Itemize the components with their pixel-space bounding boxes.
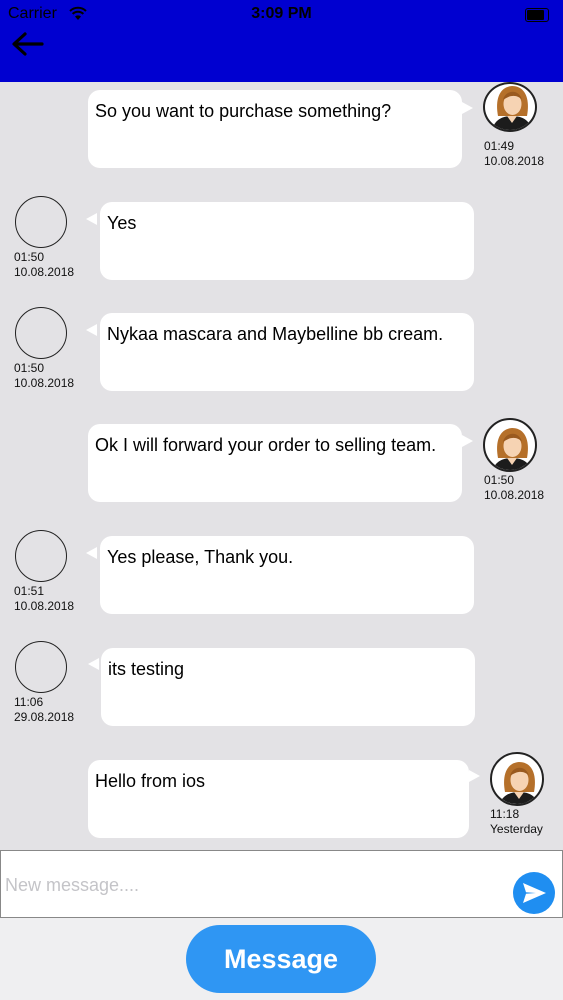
message-text: Nykaa mascara and Maybelline bb cream. [107, 324, 444, 344]
message-text: Yes please, Thank you. [107, 547, 294, 567]
bubble-tail [462, 102, 473, 114]
message-bubble: So you want to purchase something? [88, 90, 462, 168]
customer-avatar[interactable] [15, 307, 67, 359]
message-text: Hello from ios [95, 771, 206, 791]
message-text: So you want to purchase something? [95, 101, 392, 121]
message-text: Yes [107, 213, 137, 233]
message-date: Yesterday [490, 822, 543, 836]
customer-avatar[interactable] [15, 196, 67, 248]
woman-avatar-icon [491, 86, 533, 130]
message-bubble: Hello from ios [88, 760, 469, 838]
message-time: 01:50 [14, 361, 45, 375]
message-text: Ok I will forward your order to selling … [95, 435, 437, 455]
bubble-tail [86, 547, 97, 559]
chat-list[interactable]: So you want to purchase something? 01:49… [0, 82, 563, 850]
message-timestamp: 11:06 29.08.2018 [14, 695, 74, 725]
message-timestamp: 01:49 10.08.2018 [484, 139, 544, 169]
bubble-tail [86, 324, 97, 336]
message-timestamp: 11:18 Yesterday [490, 807, 543, 837]
composer-bar [0, 850, 563, 918]
nav-header: Carrier 3:09 PM [0, 0, 563, 82]
message-time: 11:06 [14, 695, 44, 709]
woman-avatar-icon [499, 762, 539, 804]
message-bubble: Yes please, Thank you. [100, 536, 474, 614]
agent-avatar[interactable] [490, 752, 544, 806]
message-time: 01:50 [484, 473, 515, 487]
message-time: 01:49 [484, 139, 515, 153]
agent-avatar[interactable] [483, 82, 537, 132]
message-timestamp: 01:51 10.08.2018 [14, 584, 74, 614]
message-time: 11:18 [490, 807, 520, 821]
message-date: 29.08.2018 [14, 710, 75, 724]
message-bubble: Yes [100, 202, 474, 280]
message-bubble: Ok I will forward your order to selling … [88, 424, 462, 502]
message-bubble: its testing [101, 648, 475, 726]
message-button[interactable]: Message [186, 925, 376, 993]
bubble-tail [88, 658, 99, 670]
status-time: 3:09 PM [251, 5, 312, 22]
message-timestamp: 01:50 10.08.2018 [484, 473, 544, 503]
agent-avatar[interactable] [483, 418, 537, 472]
message-date: 10.08.2018 [14, 376, 75, 390]
status-bar: Carrier 3:09 PM [0, 0, 563, 30]
send-button[interactable] [513, 872, 555, 914]
bubble-tail [462, 435, 473, 447]
customer-avatar[interactable] [15, 530, 67, 582]
message-text: its testing [108, 659, 185, 679]
message-date: 10.08.2018 [484, 154, 545, 168]
message-timestamp: 01:50 10.08.2018 [14, 250, 74, 280]
message-time: 01:50 [14, 250, 45, 264]
message-date: 10.08.2018 [484, 488, 545, 502]
message-timestamp: 01:50 10.08.2018 [14, 361, 74, 391]
customer-avatar[interactable] [15, 641, 67, 693]
message-date: 10.08.2018 [14, 265, 75, 279]
woman-avatar-icon [492, 428, 532, 470]
message-time: 01:51 [14, 584, 45, 598]
message-bubble: Nykaa mascara and Maybelline bb cream. [100, 313, 474, 391]
bubble-tail [469, 770, 480, 782]
message-input[interactable] [3, 861, 507, 909]
back-arrow-icon[interactable] [8, 28, 48, 56]
message-date: 10.08.2018 [14, 599, 75, 613]
battery-icon [525, 8, 549, 22]
send-icon [523, 883, 546, 903]
bubble-tail [86, 213, 97, 225]
